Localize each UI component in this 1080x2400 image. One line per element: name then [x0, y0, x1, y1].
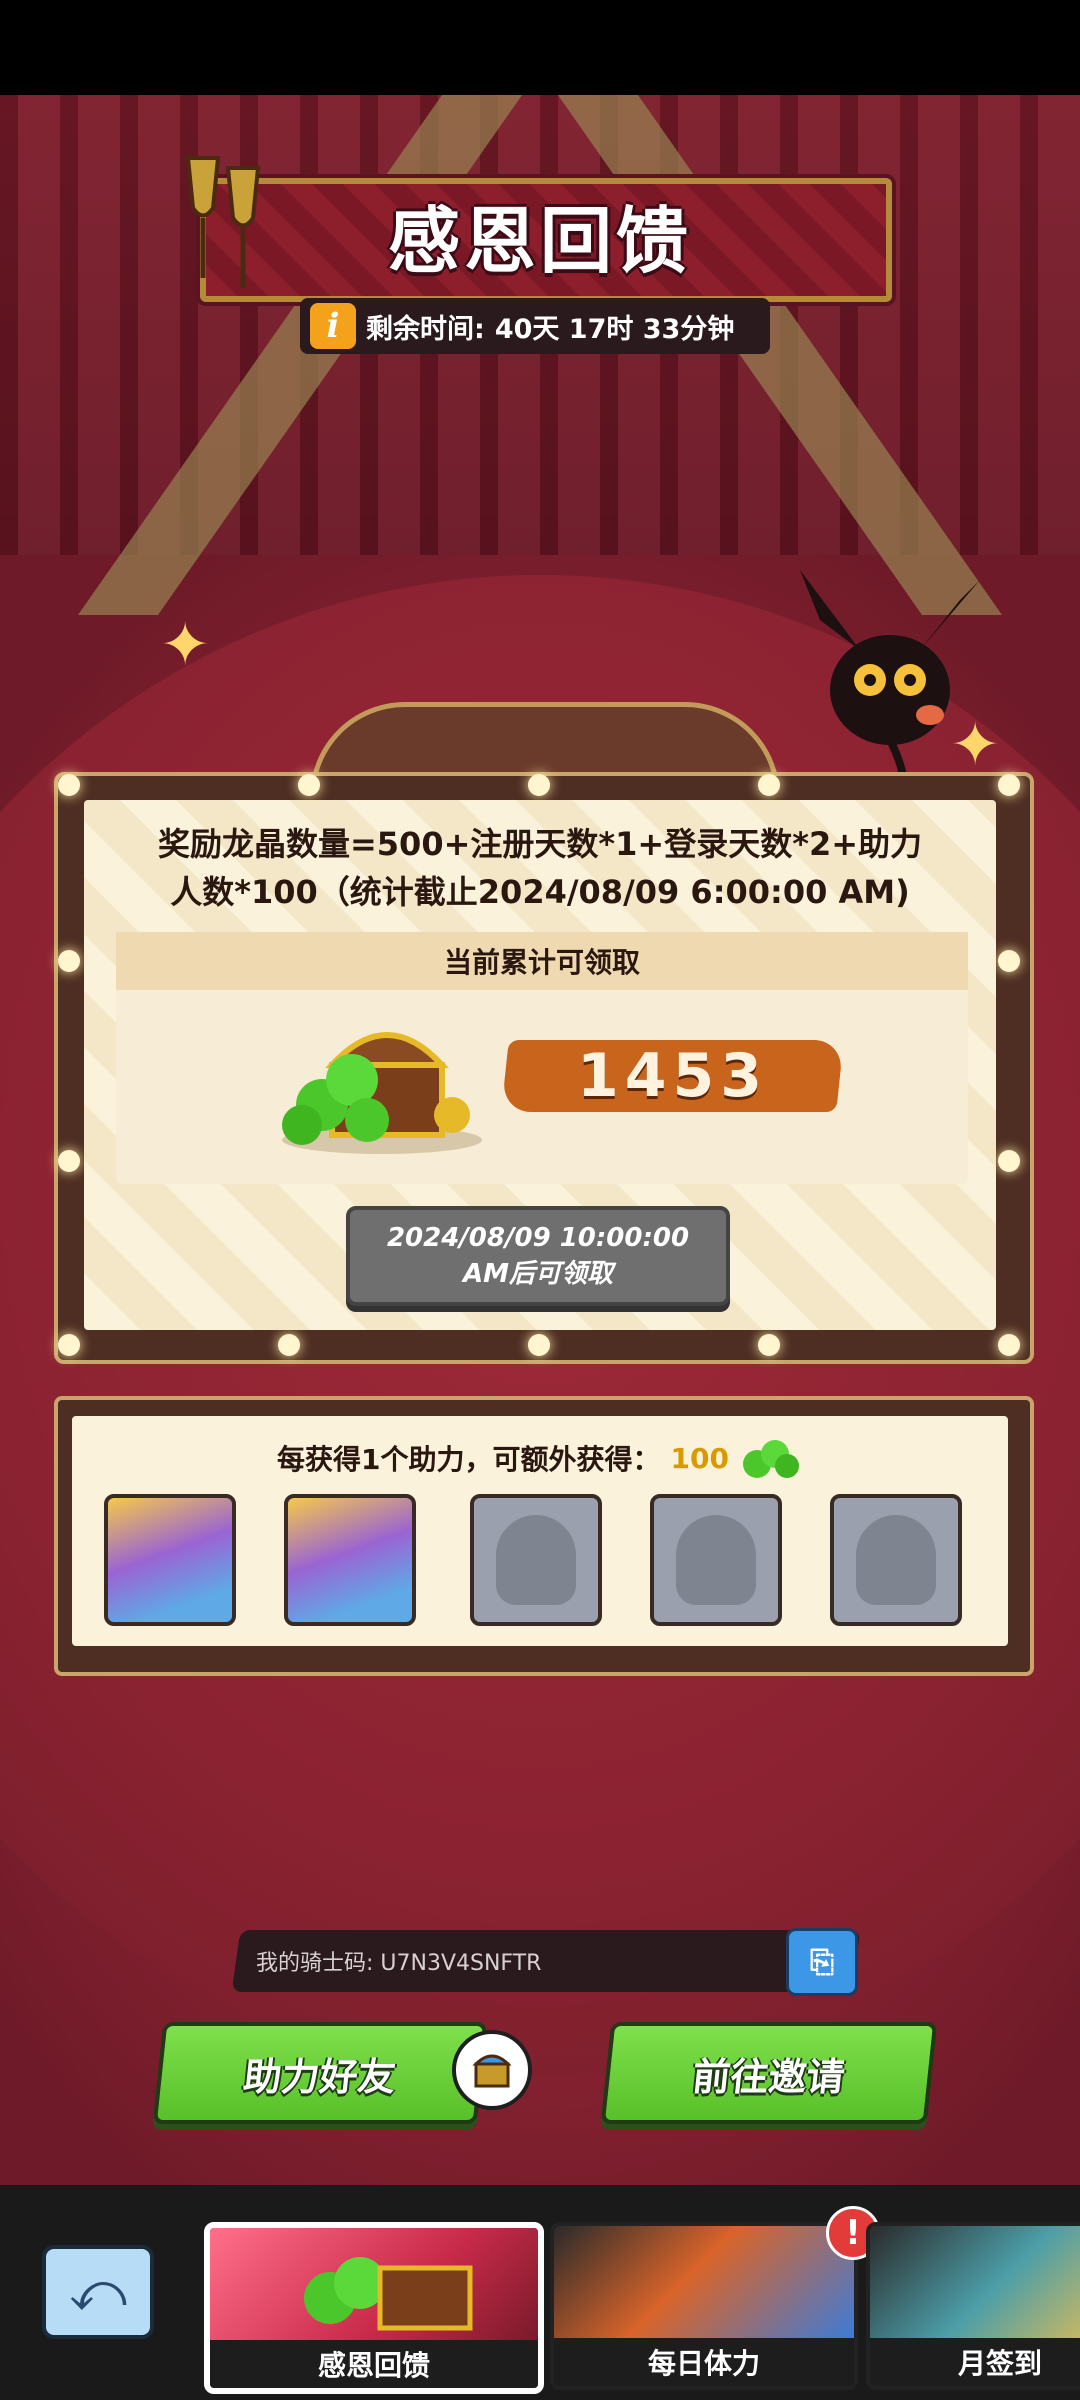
- page-title: 感恩回馈: [387, 198, 692, 283]
- helper-title: 每获得1个助力，可额外获得：: [277, 1443, 661, 1476]
- gift-chest-bubble-icon: [452, 2030, 532, 2110]
- light-bulb: [528, 1334, 550, 1356]
- copy-icon[interactable]: ⎘: [786, 1928, 858, 1996]
- light-bulb: [998, 950, 1020, 972]
- light-bulb: [278, 1334, 300, 1356]
- light-bulb: [58, 1334, 80, 1356]
- tab-label: 每日体力: [554, 2338, 854, 2386]
- timer-value: 40天 17时 33分钟: [494, 313, 735, 345]
- timer-label: 剩余时间:: [366, 313, 485, 345]
- go-invite-button[interactable]: 前往邀请: [600, 2022, 938, 2124]
- tab-thanksgiving-art: [210, 2228, 538, 2340]
- help-friend-button[interactable]: 助力好友: [152, 2022, 488, 2124]
- sparkle-icon: ✦: [160, 610, 211, 680]
- helper-slot-4[interactable]: [650, 1494, 782, 1626]
- light-bulb: [58, 950, 80, 972]
- reward-amount: 1453: [577, 1041, 768, 1111]
- helper-slot-1[interactable]: [104, 1494, 236, 1626]
- light-bulb: [998, 1334, 1020, 1356]
- treasure-chest-icon: [304, 2257, 473, 2331]
- claim-button[interactable]: 2024/08/09 10:00:00 AM后可领取: [346, 1206, 730, 1306]
- light-bulb: [298, 774, 320, 796]
- tab-daily-stamina[interactable]: 每日体力: [550, 2222, 858, 2390]
- helper-slot-5[interactable]: [830, 1494, 962, 1626]
- tab-thanksgiving[interactable]: 感恩回馈: [204, 2222, 544, 2394]
- helper-title-row: 每获得1个助力，可额外获得： 100: [72, 1436, 1008, 1480]
- knight-code: 我的骑士码: U7N3V4SNFTR: [256, 1951, 542, 1976]
- helper-bonus: 100: [670, 1441, 729, 1475]
- light-bulb: [58, 774, 80, 796]
- helper-slot-3[interactable]: [470, 1494, 602, 1626]
- accumulated-label: 当前累计可领取: [116, 932, 968, 990]
- back-arrow-icon[interactable]: ⤺: [42, 2245, 154, 2339]
- dragon-mascot-icon: [800, 570, 980, 798]
- light-bulb: [758, 774, 780, 796]
- light-bulb: [998, 1150, 1020, 1172]
- tab-monthly-signin[interactable]: 月签到: [866, 2222, 1080, 2390]
- treasure-chest-icon: [282, 1032, 482, 1154]
- avatar-placeholder-icon: [856, 1515, 936, 1605]
- helper-slot-2[interactable]: [284, 1494, 416, 1626]
- tab-label: 感恩回馈: [210, 2340, 538, 2388]
- formula-line-2: 人数*100（统计截止2024/08/09 6:00:00 AM): [170, 873, 910, 911]
- light-bulb: [528, 774, 550, 796]
- avatar-placeholder-icon: [496, 1515, 576, 1605]
- avatar-placeholder-icon: [676, 1515, 756, 1605]
- light-bulb: [58, 1150, 80, 1172]
- info-icon[interactable]: i: [310, 303, 356, 349]
- countdown-bar: i 剩余时间: 40天 17时 33分钟: [300, 298, 770, 354]
- tab-daily-stamina-art: [554, 2226, 854, 2338]
- formula-line-1: 奖励龙晶数量=500+注册天数*1+登录天数*2+助力: [157, 825, 923, 863]
- light-bulb: [758, 1334, 780, 1356]
- reward-formula: 奖励龙晶数量=500+注册天数*1+登录天数*2+助力 人数*100（统计截止2…: [84, 820, 996, 916]
- light-bulb: [998, 774, 1020, 796]
- dragon-crystal-icon: [742, 1440, 799, 1478]
- tab-monthly-signin-art: [870, 2226, 1080, 2338]
- tab-label: 月签到: [870, 2338, 1080, 2386]
